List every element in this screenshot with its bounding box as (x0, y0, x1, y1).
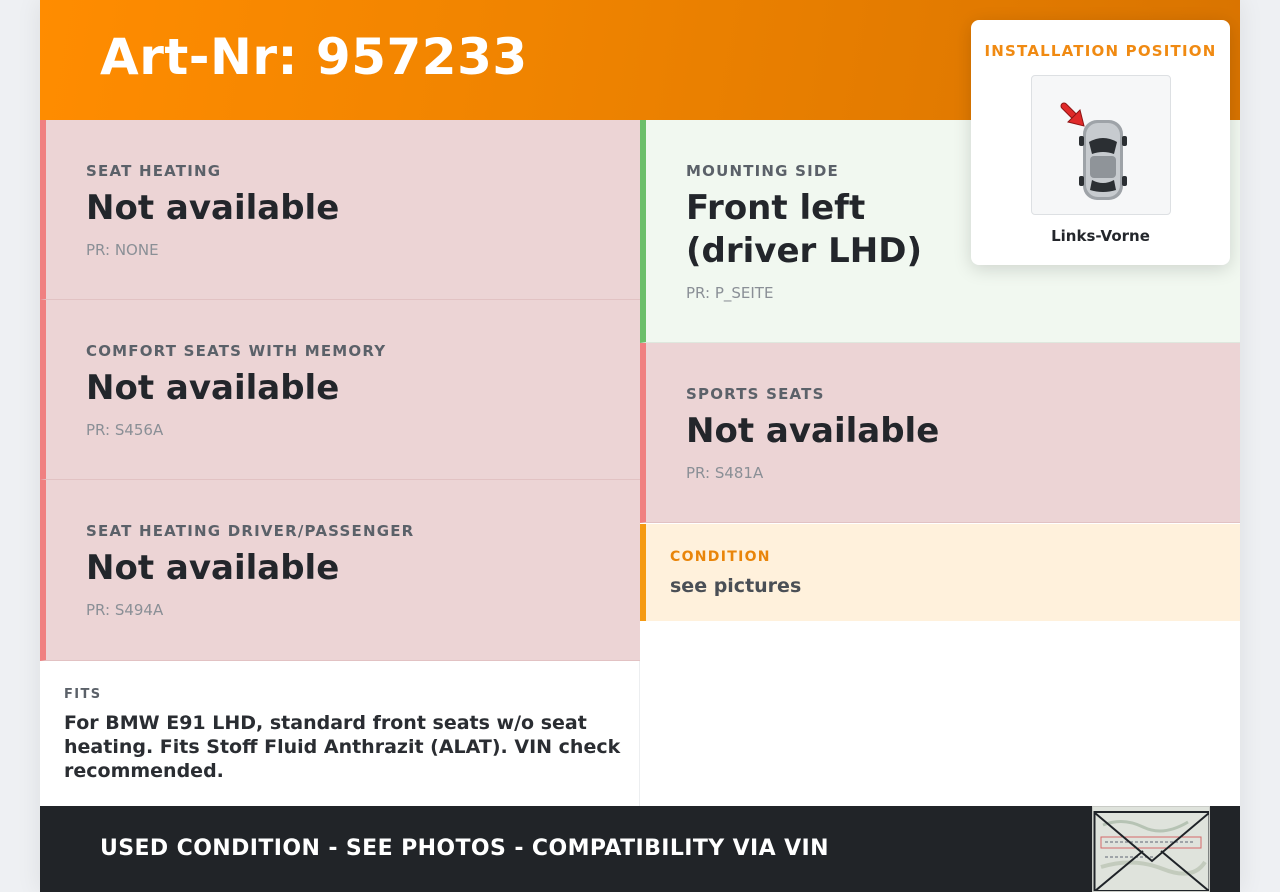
feature-label: COMFORT SEATS WITH MEMORY (86, 342, 387, 360)
feature-value: Not available (86, 548, 340, 588)
product-sheet: Art-Nr: 957233 SEAT HEATING Not availabl… (40, 0, 1240, 892)
feature-value: Not available (86, 368, 340, 408)
feature-label: SEAT HEATING DRIVER/PASSENGER (86, 522, 415, 540)
feature-card-sports-seats: SPORTS SEATS Not available PR: S481A (640, 343, 1240, 523)
feature-pr-code: PR: P_SEITE (686, 284, 774, 302)
feature-value: Front left (driver LHD) (686, 188, 923, 271)
condition-value: see pictures (670, 575, 802, 597)
installation-position-card: INSTALLATION POSITION Links-Vorne (971, 20, 1230, 265)
feature-value: Not available (86, 188, 340, 228)
feature-label: MOUNTING SIDE (686, 162, 839, 180)
car-top-view-icon (1060, 102, 1127, 200)
feature-label: SEAT HEATING (86, 162, 222, 180)
footer-message: USED CONDITION - SEE PHOTOS - COMPATIBIL… (100, 836, 829, 861)
fits-text: For BMW E91 LHD, standard front seats w/… (64, 712, 621, 782)
car-position-image (1031, 75, 1171, 215)
installation-position-title: INSTALLATION POSITION (984, 42, 1217, 60)
fits-label: FITS (64, 687, 102, 702)
feature-pr-code: PR: S456A (86, 421, 164, 439)
feature-pr-code: PR: S494A (86, 601, 164, 619)
feature-card-comfort-seats: COMFORT SEATS WITH MEMORY Not available … (40, 300, 640, 480)
condition-box: CONDITION see pictures (640, 524, 1240, 621)
left-feature-column: SEAT HEATING Not available PR: NONE COMF… (40, 120, 640, 661)
installation-position-caption: Links-Vorne (1051, 227, 1150, 245)
fits-section: FITS For BMW E91 LHD, standard front sea… (40, 661, 640, 806)
condition-label: CONDITION (670, 549, 771, 565)
feature-card-seat-heating-driver-passenger: SEAT HEATING DRIVER/PASSENGER Not availa… (40, 480, 640, 661)
feature-pr-code: PR: S481A (686, 464, 764, 482)
footer-bar: USED CONDITION - SEE PHOTOS - COMPATIBIL… (40, 806, 1240, 892)
feature-pr-code: PR: NONE (86, 241, 159, 259)
article-number-title: Art-Nr: 957233 (100, 28, 528, 86)
feature-label: SPORTS SEATS (686, 385, 825, 403)
envelope-icon (1093, 807, 1209, 891)
feature-value: Not available (686, 411, 940, 451)
feature-card-seat-heating: SEAT HEATING Not available PR: NONE (40, 120, 640, 300)
part-label-photo (1092, 806, 1210, 892)
